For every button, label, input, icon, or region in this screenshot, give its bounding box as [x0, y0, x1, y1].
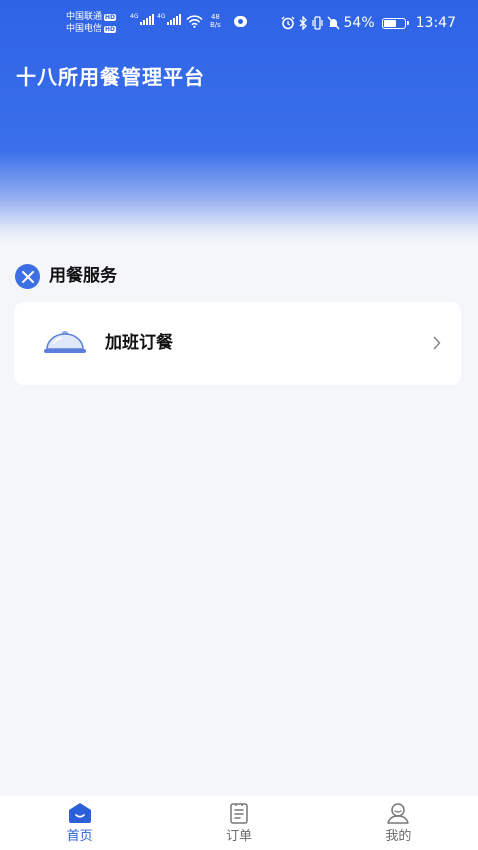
wifi-icon: [186, 15, 203, 28]
signal-1-icon: 4G: [130, 13, 155, 25]
food-cloche-icon: [43, 330, 87, 360]
chevron-right-icon: [433, 336, 441, 350]
speed-unit: B/s: [210, 21, 221, 29]
service-card-overtime-meal[interactable]: 加班订餐: [14, 302, 461, 385]
clock: 13:47: [415, 15, 456, 31]
home-icon: [68, 803, 91, 823]
section-title: 用餐服务: [49, 266, 117, 286]
hd-badge: HD: [104, 13, 117, 21]
battery-percent: 54%: [343, 15, 375, 31]
battery-icon: [381, 17, 409, 29]
bluetooth-icon: [299, 16, 307, 30]
tab-home[interactable]: 首页: [0, 796, 159, 850]
speed-value: 48: [210, 13, 220, 21]
tab-orders[interactable]: 订单: [159, 796, 318, 850]
utensils-icon: [15, 264, 40, 289]
header-background: 中国联通 HD 中国电信 HD 4G 4G 48 B/s 54% 13:47 十…: [0, 0, 478, 245]
section-header: 用餐服务: [15, 264, 117, 289]
alarm-icon: [281, 16, 295, 30]
service-label: 加班订餐: [105, 333, 173, 353]
vibrate-icon: [311, 16, 323, 30]
signal-2-icon: 4G: [157, 13, 182, 25]
carrier-1: 中国联通: [66, 12, 103, 22]
carrier-info: 中国联通 HD 中国电信 HD: [66, 11, 117, 35]
app-title: 十八所用餐管理平台: [16, 65, 205, 89]
mute-icon: [326, 16, 340, 30]
status-bar: 中国联通 HD 中国电信 HD 4G 4G 48 B/s 54% 13:47: [0, 0, 478, 46]
network-type-1: 4G: [130, 13, 139, 20]
order-icon: [230, 803, 248, 824]
network-speed: 48 B/s: [210, 13, 221, 29]
hd-badge: HD: [104, 25, 117, 33]
notification-app-icon: [234, 16, 247, 27]
tab-profile[interactable]: 我的: [319, 796, 478, 850]
tab-label: 我的: [385, 829, 412, 844]
tab-label: 订单: [225, 829, 252, 844]
carrier-2: 中国电信: [66, 24, 103, 34]
tab-bar: 首页 订单 我的: [0, 796, 478, 850]
status-right: 54% 13:47: [281, 13, 456, 33]
tab-label: 首页: [66, 829, 93, 844]
network-type-2: 4G: [157, 13, 166, 20]
profile-icon: [387, 803, 410, 824]
